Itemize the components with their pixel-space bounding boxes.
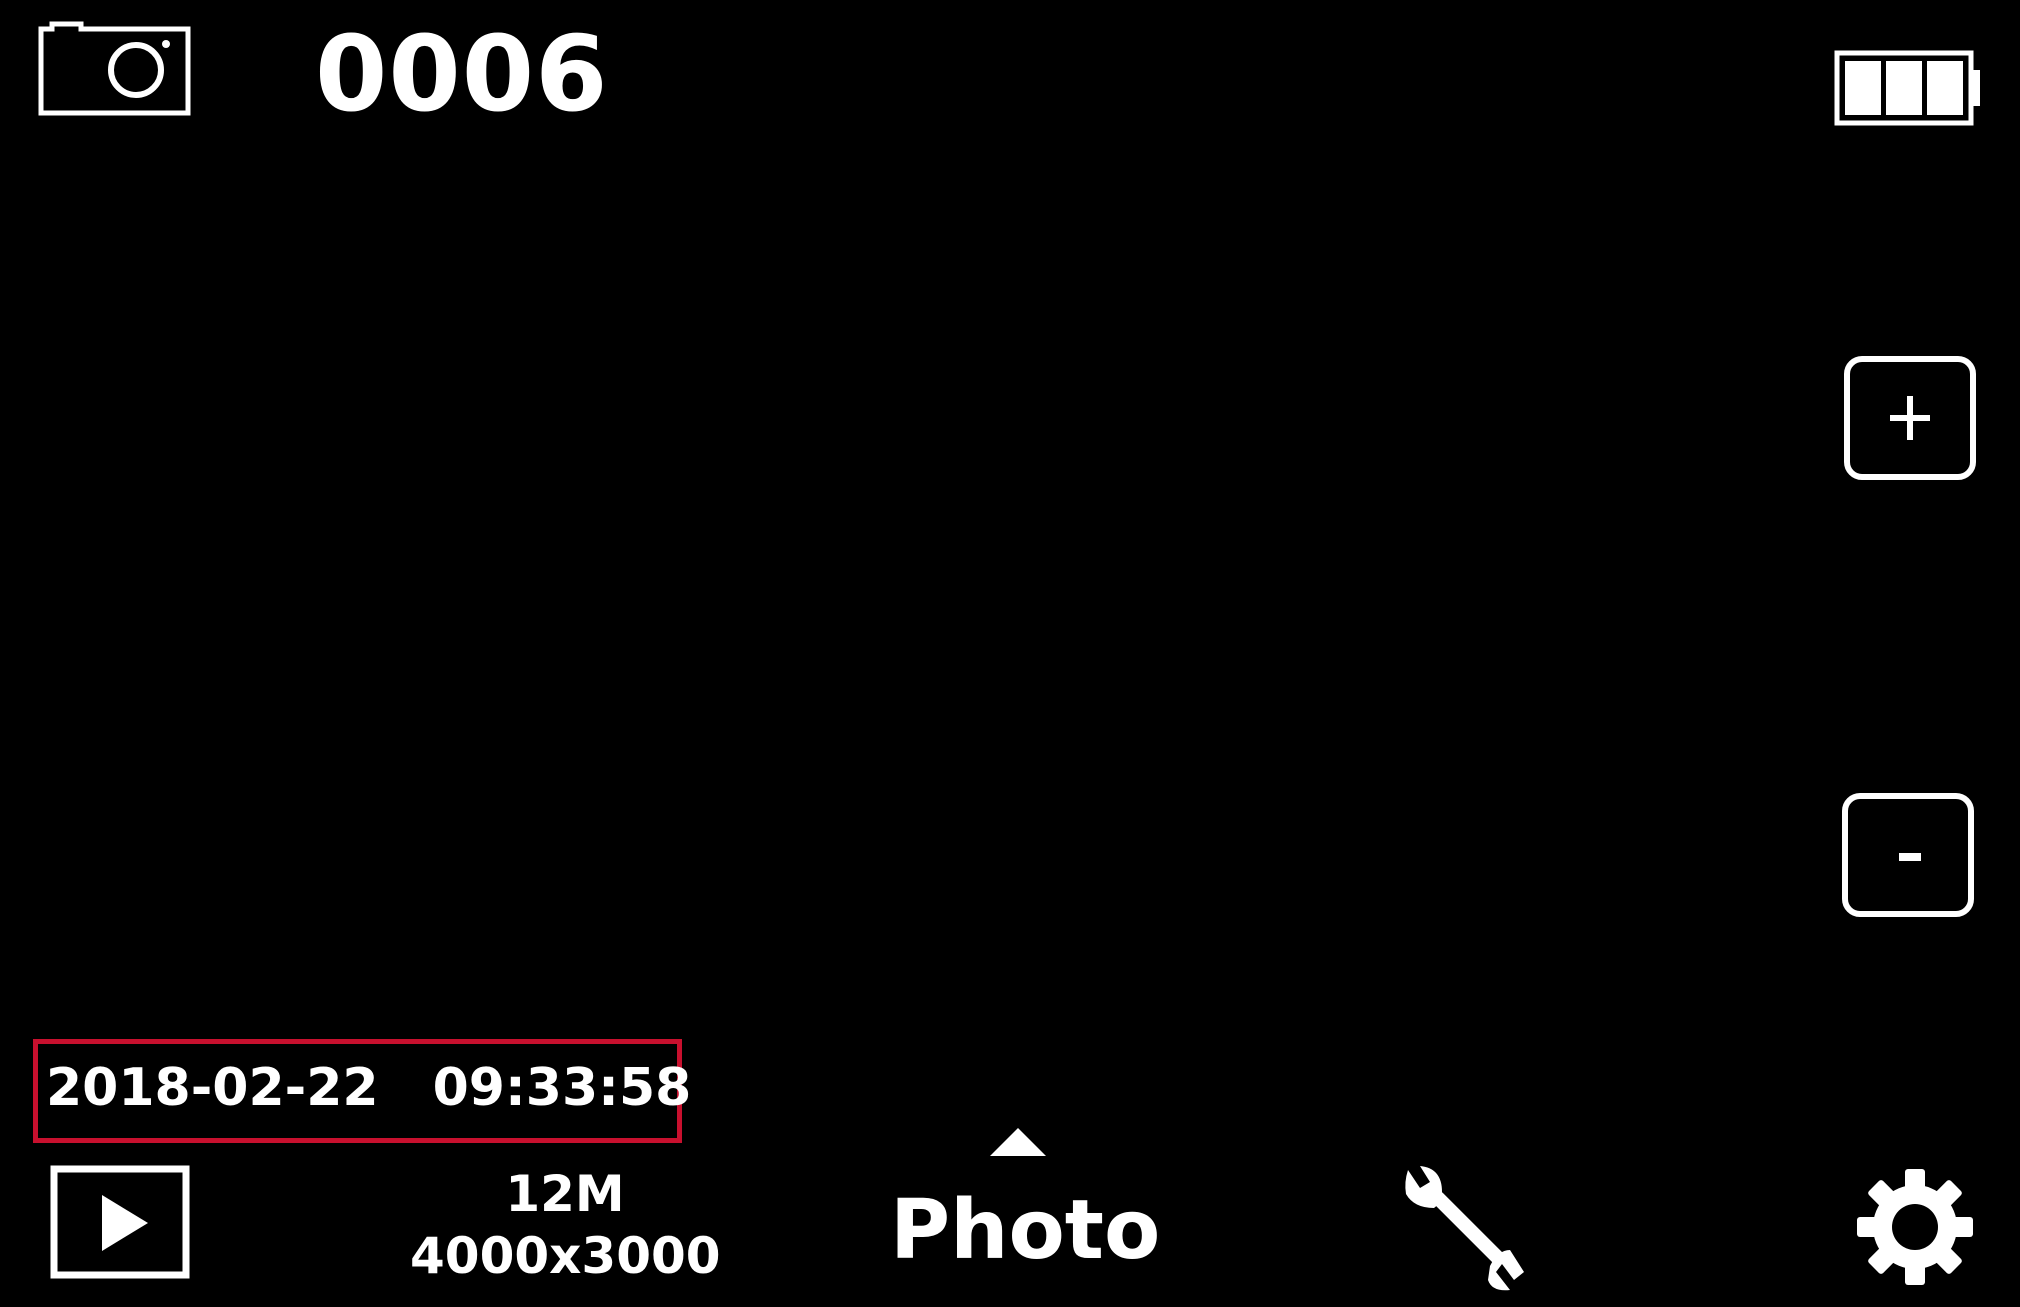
plus-icon: [1890, 396, 1930, 440]
battery-full-icon: [1834, 50, 1984, 126]
play-icon: [50, 1165, 190, 1279]
camera-icon: [38, 14, 192, 118]
shot-counter: 0006: [315, 13, 609, 135]
megapixels-text: 12M: [505, 1165, 625, 1223]
zoom-in-button[interactable]: [1844, 356, 1976, 480]
dimensions-text: 4000x3000: [410, 1227, 721, 1285]
gear-icon: [1857, 1169, 1973, 1285]
caret-up-icon: [988, 1126, 1048, 1158]
settings-button[interactable]: [1855, 1167, 1975, 1287]
time-text: 09:33:58: [432, 1058, 692, 1118]
resolution-info: 12M 4000x3000: [410, 1163, 721, 1287]
wrench-icon: [1405, 1166, 1524, 1291]
zoom-out-button[interactable]: [1842, 793, 1974, 917]
minus-icon: [1899, 853, 1921, 861]
tools-button[interactable]: [1398, 1162, 1530, 1294]
camera-viewfinder: { "status": { "shot_count": "0006", "mod…: [0, 0, 2020, 1307]
playback-button[interactable]: [50, 1165, 190, 1279]
mode-selector-button[interactable]: Photo: [890, 1190, 1160, 1272]
datetime-readout: 2018-02-22 09:33:58: [46, 1062, 691, 1114]
date-text: 2018-02-22: [46, 1058, 379, 1118]
